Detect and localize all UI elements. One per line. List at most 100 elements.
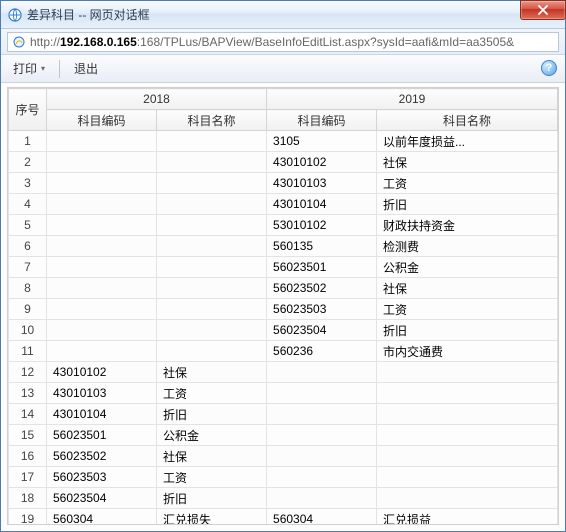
table-cell[interactable] [157, 257, 267, 278]
table-row[interactable]: 1443010104折旧 [9, 404, 558, 425]
col-left-name-header[interactable]: 科目名称 [157, 110, 267, 131]
table-cell[interactable]: 社保 [157, 362, 267, 383]
table-cell[interactable] [267, 362, 377, 383]
table-cell[interactable]: 工资 [157, 467, 267, 488]
table-cell[interactable] [267, 383, 377, 404]
table-cell[interactable]: 公积金 [157, 425, 267, 446]
titlebar[interactable]: 差异科目 -- 网页对话框 [1, 1, 565, 29]
table-cell[interactable]: 43010103 [47, 383, 157, 404]
table-row[interactable]: 756023501公积金 [9, 257, 558, 278]
exit-button[interactable]: 退出 [70, 58, 102, 79]
data-grid[interactable]: 序号 2018 2019 科目编码 科目名称 科目编码 科目名称 13105以前… [7, 87, 559, 525]
help-button[interactable]: ? [541, 60, 557, 76]
table-cell[interactable]: 560236 [267, 341, 377, 362]
table-cell[interactable]: 56023501 [267, 257, 377, 278]
table-cell[interactable] [47, 320, 157, 341]
table-row[interactable]: 1856023504折旧 [9, 488, 558, 509]
table-row[interactable]: 1 3105以前年度损益... [9, 131, 558, 152]
table-cell[interactable] [157, 236, 267, 257]
table-cell[interactable]: 560135 [267, 236, 377, 257]
table-row[interactable]: 1056023504折旧 [9, 320, 558, 341]
table-cell[interactable]: 工资 [157, 383, 267, 404]
table-cell[interactable] [267, 467, 377, 488]
table-cell[interactable]: 8 [9, 278, 47, 299]
table-cell[interactable] [47, 299, 157, 320]
table-cell[interactable]: 财政扶持资金 [377, 215, 558, 236]
col-left-code-header[interactable]: 科目编码 [47, 110, 157, 131]
table-row[interactable]: 1343010103工资 [9, 383, 558, 404]
table-cell[interactable]: 56023504 [267, 320, 377, 341]
col-right-code-header[interactable]: 科目编码 [267, 110, 377, 131]
table-cell[interactable] [377, 404, 558, 425]
table-row[interactable]: 11 560236市内交通费 [9, 341, 558, 362]
table-cell[interactable]: 以前年度损益... [377, 131, 558, 152]
table-cell[interactable]: 560304 [267, 509, 377, 526]
table-cell[interactable]: 7 [9, 257, 47, 278]
table-cell[interactable] [377, 488, 558, 509]
table-row[interactable]: 19560304汇兑损失560304汇兑损益 [9, 509, 558, 526]
table-cell[interactable] [267, 488, 377, 509]
table-cell[interactable]: 工资 [377, 173, 558, 194]
table-cell[interactable] [47, 215, 157, 236]
table-cell[interactable]: 43010102 [267, 152, 377, 173]
table-row[interactable]: 553010102财政扶持资金 [9, 215, 558, 236]
table-row[interactable]: 6560135检测费 [9, 236, 558, 257]
table-cell[interactable]: 19 [9, 509, 47, 526]
table-cell[interactable] [47, 194, 157, 215]
table-cell[interactable] [377, 425, 558, 446]
table-cell[interactable] [47, 131, 157, 152]
table-cell[interactable]: 56023504 [47, 488, 157, 509]
table-cell[interactable]: 汇兑损益 [377, 509, 558, 526]
table-cell[interactable]: 43010102 [47, 362, 157, 383]
table-cell[interactable]: 56023503 [267, 299, 377, 320]
table-row[interactable]: 956023503工资 [9, 299, 558, 320]
table-cell[interactable] [157, 215, 267, 236]
table-cell[interactable] [47, 236, 157, 257]
table-cell[interactable]: 3 [9, 173, 47, 194]
table-cell[interactable] [47, 257, 157, 278]
print-button[interactable]: 打印 ▾ [9, 58, 49, 79]
table-cell[interactable]: 56023502 [267, 278, 377, 299]
table-cell[interactable]: 56023503 [47, 467, 157, 488]
table-cell[interactable]: 560304 [47, 509, 157, 526]
table-cell[interactable]: 12 [9, 362, 47, 383]
table-cell[interactable]: 市内交通费 [377, 341, 558, 362]
table-cell[interactable]: 15 [9, 425, 47, 446]
table-cell[interactable] [47, 341, 157, 362]
table-cell[interactable]: 16 [9, 446, 47, 467]
table-cell[interactable]: 1 [9, 131, 47, 152]
table-cell[interactable]: 工资 [377, 299, 558, 320]
table-cell[interactable] [157, 299, 267, 320]
table-cell[interactable]: 4 [9, 194, 47, 215]
table-cell[interactable]: 汇兑损失 [157, 509, 267, 526]
table-cell[interactable] [377, 383, 558, 404]
close-button[interactable] [520, 0, 566, 20]
table-cell[interactable] [47, 152, 157, 173]
table-cell[interactable]: 43010103 [267, 173, 377, 194]
table-cell[interactable]: 折旧 [377, 320, 558, 341]
table-cell[interactable] [267, 425, 377, 446]
table-row[interactable]: 1556023501公积金 [9, 425, 558, 446]
table-cell[interactable] [157, 131, 267, 152]
table-cell[interactable]: 18 [9, 488, 47, 509]
table-row[interactable]: 443010104折旧 [9, 194, 558, 215]
table-cell[interactable]: 56023501 [47, 425, 157, 446]
table-cell[interactable]: 43010104 [47, 404, 157, 425]
table-row[interactable]: 243010102社保 [9, 152, 558, 173]
url-field[interactable]: http://192.168.0.165:168/TPLus/BAPView/B… [7, 32, 559, 52]
table-cell[interactable]: 14 [9, 404, 47, 425]
table-cell[interactable] [157, 278, 267, 299]
table-cell[interactable] [157, 152, 267, 173]
table-cell[interactable]: 折旧 [157, 488, 267, 509]
table-cell[interactable]: 3105 [267, 131, 377, 152]
table-cell[interactable] [157, 320, 267, 341]
table-cell[interactable]: 折旧 [157, 404, 267, 425]
table-cell[interactable] [377, 446, 558, 467]
table-cell[interactable]: 56023502 [47, 446, 157, 467]
table-cell[interactable]: 社保 [377, 278, 558, 299]
table-cell[interactable] [157, 194, 267, 215]
table-cell[interactable]: 11 [9, 341, 47, 362]
table-cell[interactable] [157, 341, 267, 362]
table-cell[interactable]: 5 [9, 215, 47, 236]
table-row[interactable]: 3 43010103工资 [9, 173, 558, 194]
